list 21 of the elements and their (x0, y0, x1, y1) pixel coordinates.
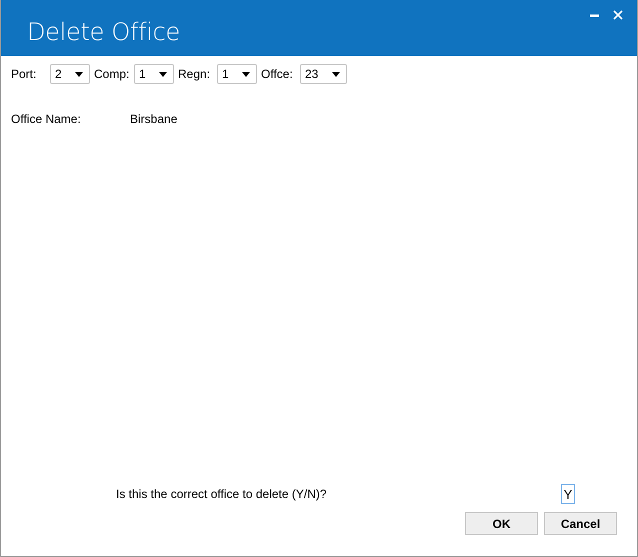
dropdown[interactable]: 1 (134, 64, 174, 84)
dropdown[interactable]: 23 (300, 64, 347, 84)
selector-label: Comp: (94, 67, 130, 81)
close-icon[interactable] (613, 10, 623, 20)
minimize-icon[interactable] (590, 14, 599, 16)
office-name-value: Birsbane (130, 112, 178, 126)
caret-icon (332, 72, 340, 76)
window-title: Delete Office (27, 18, 180, 46)
caret-icon (242, 72, 250, 76)
dropdown[interactable]: 2 (50, 64, 90, 84)
selector-label: Regn: (178, 67, 212, 81)
selector-label: Port: (11, 67, 38, 81)
selector-label: Offce: (261, 67, 294, 81)
ok-button[interactable]: OK (465, 512, 538, 535)
cancel-button[interactable]: Cancel (544, 512, 617, 535)
answer-field[interactable]: Y (561, 484, 575, 504)
caret-icon (159, 72, 167, 76)
caret-icon (75, 72, 83, 76)
confirm-question: Is this the correct office to delete (Y/N)? (116, 487, 328, 501)
dropdown[interactable]: 1 (217, 64, 257, 84)
office-name-label: Office Name: (11, 112, 82, 126)
